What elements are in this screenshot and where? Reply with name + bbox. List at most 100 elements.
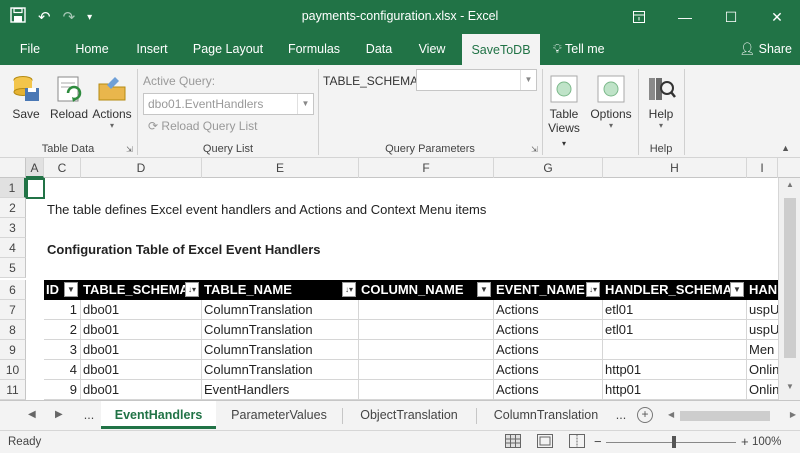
cell-table-name[interactable]: ColumnTranslation [202, 360, 359, 380]
sheet-tab-columntranslation[interactable]: ColumnTranslation [479, 401, 613, 429]
zoom-in-icon[interactable]: + [741, 434, 749, 449]
cell-table-name[interactable]: EventHandlers [202, 380, 359, 400]
cell-table-schema[interactable]: dbo01 [81, 340, 202, 360]
tell-me-search[interactable]: 💡︎ Tell me [553, 34, 605, 65]
options-button[interactable]: Options ▾ [588, 73, 634, 130]
tab-page-layout[interactable]: Page Layout [186, 34, 270, 65]
cell-handler-schema[interactable] [603, 340, 747, 360]
column-header-i[interactable]: I [747, 158, 778, 178]
column-header-f[interactable]: F [359, 158, 494, 178]
zoom-out-icon[interactable]: − [594, 434, 602, 449]
cell-event-name[interactable]: Actions [494, 380, 603, 400]
page-break-view-icon[interactable] [568, 434, 586, 450]
scrollbar-thumb[interactable] [784, 198, 796, 358]
cell-id[interactable]: 4 [44, 360, 81, 380]
row-header[interactable]: 8 [0, 320, 26, 340]
scroll-down-icon[interactable]: ▼ [779, 382, 800, 398]
vertical-scrollbar[interactable]: ▲ ▼ [778, 178, 800, 400]
reload-button[interactable]: Reload [48, 73, 90, 121]
cell-handler-schema[interactable]: http01 [603, 380, 747, 400]
cell-event-name[interactable]: Actions [494, 340, 603, 360]
cell-table-name[interactable]: ColumnTranslation [202, 320, 359, 340]
actions-button[interactable]: Actions ▾ [90, 73, 134, 130]
selected-cell[interactable] [26, 178, 45, 199]
cell-id[interactable]: 3 [44, 340, 81, 360]
cell-table-name[interactable]: ColumnTranslation [202, 340, 359, 360]
zoom-slider[interactable] [606, 442, 736, 443]
column-header-h[interactable]: H [603, 158, 747, 178]
cell-handler-name[interactable]: uspU [747, 300, 778, 320]
collapse-ribbon-icon[interactable]: ▲ [781, 143, 790, 153]
ribbon-display-icon[interactable] [616, 0, 662, 34]
normal-view-icon[interactable] [504, 434, 522, 450]
cell-event-name[interactable]: Actions [494, 300, 603, 320]
cell-event-name[interactable]: Actions [494, 360, 603, 380]
sort-filter-icon[interactable]: ↓▾ [185, 282, 199, 297]
cell-handler-schema[interactable]: etl01 [603, 300, 747, 320]
save-button[interactable]: Save [6, 73, 46, 121]
dialog-launcher-icon[interactable]: ⇲ [126, 145, 133, 154]
column-header-c[interactable]: C [44, 158, 81, 178]
cell-handler-name[interactable]: Onlin [747, 380, 778, 400]
reload-query-list-button[interactable]: ⟳ Reload Query List [148, 119, 257, 133]
tab-file[interactable]: File [10, 34, 50, 65]
next-sheet-icon[interactable]: ▶ [55, 409, 63, 420]
tab-savetodb[interactable]: SaveToDB [462, 34, 540, 65]
row-header[interactable]: 1 [0, 178, 26, 198]
dialog-launcher-icon[interactable]: ⇲ [531, 145, 538, 154]
cell-column-name[interactable] [359, 320, 494, 340]
cell-column-name[interactable] [359, 340, 494, 360]
prev-sheet-icon[interactable]: ◀ [28, 409, 36, 420]
cell-table-name[interactable]: ColumnTranslation [202, 300, 359, 320]
column-header-e[interactable]: E [202, 158, 359, 178]
row-header[interactable]: 7 [0, 300, 26, 320]
sort-filter-icon[interactable]: ↓▾ [342, 282, 356, 297]
tab-formulas[interactable]: Formulas [280, 34, 348, 65]
cell-id[interactable]: 9 [44, 380, 81, 400]
row-header[interactable]: 11 [0, 380, 26, 400]
active-query-combo[interactable]: dbo01.EventHandlers ▼ [143, 93, 314, 115]
row-header[interactable]: 9 [0, 340, 26, 360]
filter-dropdown-icon[interactable]: ▼ [730, 282, 744, 297]
cell-table-schema[interactable]: dbo01 [81, 320, 202, 340]
row-header[interactable]: 2 [0, 198, 26, 218]
cell-handler-schema[interactable]: http01 [603, 360, 747, 380]
cell-column-name[interactable] [359, 300, 494, 320]
tab-insert[interactable]: Insert [126, 34, 178, 65]
row-header[interactable]: 4 [0, 238, 26, 258]
help-button[interactable]: Help ▾ [641, 73, 681, 130]
filter-dropdown-icon[interactable]: ▼ [64, 282, 78, 297]
sheet-tabs-more[interactable]: ... [612, 401, 630, 429]
scroll-left-icon[interactable]: ◀ [668, 410, 674, 419]
scrollbar-thumb[interactable] [680, 411, 770, 421]
cell-table-schema[interactable]: dbo01 [81, 380, 202, 400]
row-header[interactable]: 5 [0, 258, 26, 278]
cell-id[interactable]: 1 [44, 300, 81, 320]
sheet-tab-eventhandlers[interactable]: EventHandlers [101, 401, 216, 429]
horizontal-scrollbar[interactable]: ◀ ▶ [668, 410, 800, 422]
tab-home[interactable]: Home [66, 34, 118, 65]
cell-table-schema[interactable]: dbo01 [81, 360, 202, 380]
cell-handler-schema[interactable]: etl01 [603, 320, 747, 340]
worksheet-grid[interactable]: The table defines Excel event handlers a… [26, 178, 778, 400]
scroll-up-icon[interactable]: ▲ [779, 180, 800, 196]
table-schema-param-combo[interactable]: ▼ [416, 69, 537, 91]
column-header-d[interactable]: D [81, 158, 202, 178]
cell-event-name[interactable]: Actions [494, 320, 603, 340]
row-header[interactable]: 10 [0, 360, 26, 380]
tab-data[interactable]: Data [356, 34, 402, 65]
sheet-tab-objecttranslation[interactable]: ObjectTranslation [345, 401, 473, 429]
add-sheet-icon[interactable]: + [637, 407, 653, 423]
sort-filter-icon[interactable]: ↓▾ [586, 282, 600, 297]
cell-column-name[interactable] [359, 380, 494, 400]
cell-handler-name[interactable]: Onlin [747, 360, 778, 380]
page-layout-view-icon[interactable] [536, 434, 554, 450]
select-all-corner[interactable] [0, 158, 26, 178]
maximize-icon[interactable]: ☐ [708, 0, 754, 34]
cell-id[interactable]: 2 [44, 320, 81, 340]
tab-view[interactable]: View [410, 34, 454, 65]
cell-column-name[interactable] [359, 360, 494, 380]
close-icon[interactable]: ✕ [754, 0, 800, 34]
table-views-button[interactable]: Table Views ▾ [545, 73, 583, 149]
column-header-g[interactable]: G [494, 158, 603, 178]
